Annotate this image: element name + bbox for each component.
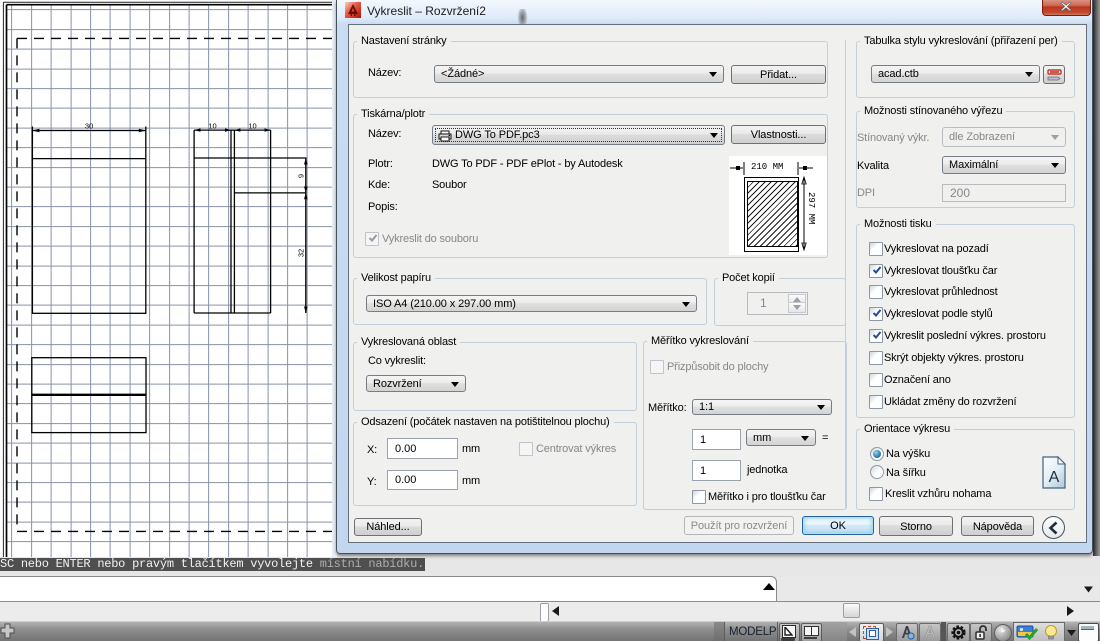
svg-text:297 MM: 297 MM [806,192,816,224]
svg-text:A: A [1049,469,1060,486]
svg-text:10: 10 [208,122,216,131]
svg-text:30: 30 [85,122,93,131]
svg-text:32: 32 [297,249,306,257]
svg-text:9: 9 [297,174,306,178]
svg-text:10: 10 [248,122,256,131]
